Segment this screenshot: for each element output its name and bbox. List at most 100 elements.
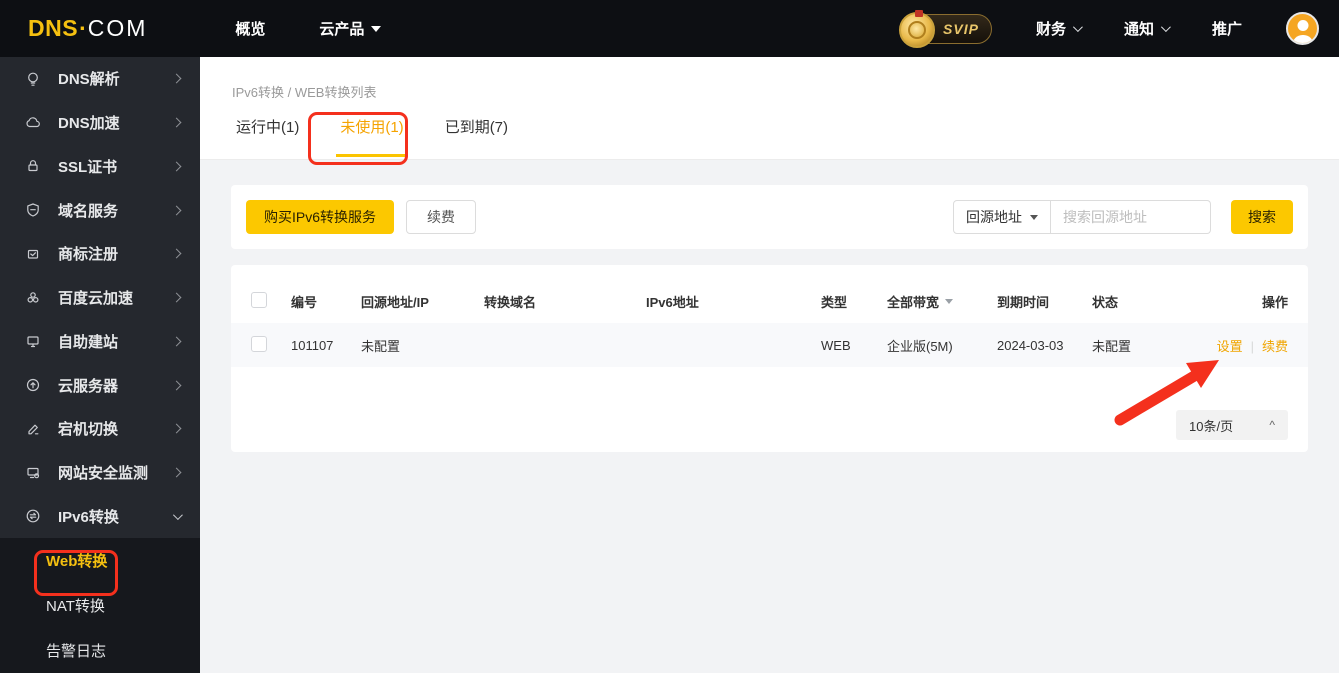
tab-expired[interactable]: 已到期(7) (441, 116, 512, 157)
logo-dns: DNS (28, 15, 79, 41)
buy-ipv6-button[interactable]: 购买IPv6转换服务 (246, 200, 395, 234)
user-avatar[interactable] (1286, 12, 1319, 45)
top-right-nav: SVIP 财务 通知 推广 (898, 9, 1319, 48)
sidebar-item-label: 云服务器 (58, 377, 119, 395)
chevron-down-icon (1160, 22, 1171, 33)
table-card: 编号 回源地址/IP 转换域名 IPv6地址 类型 全部带宽 到期时间 状态 操… (231, 265, 1308, 452)
avatar-body (1292, 35, 1313, 43)
cell-actions: 设置 | 续费 (1192, 336, 1288, 355)
top-nav: 概览 云产品 (235, 18, 382, 39)
nav-cloud-products[interactable]: 云产品 (319, 18, 382, 39)
tab-running[interactable]: 运行中(1) (232, 116, 303, 157)
sidebar-item-ssl-certificates[interactable]: SSL证书 (0, 144, 200, 188)
col-domain: 转换域名 (484, 294, 537, 310)
caret-down-icon (1030, 214, 1038, 220)
sidebar-subitem-nat-conversion[interactable]: NAT转换 (0, 583, 200, 628)
renew-button[interactable]: 续费 (406, 200, 477, 234)
sidebar: DNS解析 DNS加速 SSL证书 域名服务 商标注册 百度云加速 自助建站 云… (0, 57, 200, 673)
settings-link[interactable]: 设置 (1217, 339, 1243, 354)
page-header-strip: IPv6转换 / WEB转换列表 运行中(1) 未使用(1) 已到期(7) (200, 57, 1339, 160)
col-status: 状态 (1092, 294, 1119, 310)
chevron-right-icon (171, 423, 182, 434)
chevron-right-icon (171, 73, 182, 84)
logo-com: COM (87, 15, 148, 41)
ipv6-submenu: Web转换 NAT转换 告警日志 (0, 538, 200, 673)
sidebar-item-label: IPv6转换 (58, 508, 119, 526)
page-size-select[interactable]: 10条/页 ^ (1176, 410, 1288, 440)
search-button[interactable]: 搜索 (1231, 200, 1293, 234)
cell-origin: 未配置 (361, 338, 401, 354)
nav-overview[interactable]: 概览 (235, 18, 265, 39)
cell-type: WEB (821, 337, 851, 353)
row-checkbox[interactable] (251, 335, 267, 352)
origin-filter-select[interactable]: 回源地址 (953, 200, 1051, 234)
chevron-right-icon (171, 248, 182, 259)
sidebar-item-label: 网站安全监测 (58, 464, 149, 482)
dnscom-logo[interactable]: DNS · COM (28, 15, 147, 42)
sidebar-item-label: DNS加速 (58, 115, 120, 133)
svip-label: SVIP (943, 20, 979, 37)
nav-notifications[interactable]: 通知 (1124, 18, 1171, 39)
col-origin: 回源地址/IP (361, 294, 429, 310)
nav-promotion-label: 推广 (1211, 21, 1242, 38)
caret-up-icon: ^ (1269, 418, 1275, 432)
sidebar-item-baidu-cloud[interactable]: 百度云加速 (0, 276, 200, 320)
col-ipv6: IPv6地址 (646, 294, 699, 310)
sidebar-item-cloud-server[interactable]: 云服务器 (0, 363, 200, 407)
svip-badge[interactable]: SVIP (898, 9, 992, 48)
sidebar-item-security-monitoring[interactable]: 网站安全监测 (0, 451, 200, 495)
sidebar-item-trademark[interactable]: 商标注册 (0, 232, 200, 276)
tab-unused[interactable]: 未使用(1) (336, 116, 408, 157)
sidebar-item-domain-services[interactable]: 域名服务 (0, 188, 200, 232)
sidebar-subitem-web-conversion[interactable]: Web转换 (0, 538, 200, 583)
subitem-label: Web转换 (46, 553, 108, 571)
table-row: 101107 未配置 WEB 企业版(5M) 2024-03-03 未配置 设置… (231, 323, 1308, 367)
cell-expire: 2024-03-03 (997, 337, 1064, 353)
bulb-icon (24, 70, 42, 88)
chevron-right-icon (171, 467, 182, 478)
cloud-server-icon (24, 376, 42, 394)
logo-dot: · (79, 15, 87, 41)
renew-link[interactable]: 续费 (1262, 339, 1288, 354)
chevron-right-icon (171, 161, 182, 172)
sidebar-item-label: 自助建站 (58, 333, 119, 351)
nav-overview-label: 概览 (235, 21, 266, 38)
main-content: IPv6转换 / WEB转换列表 运行中(1) 未使用(1) 已到期(7) 购买… (200, 57, 1339, 673)
select-all-checkbox[interactable] (251, 291, 267, 308)
col-bandwidth-label: 全部带宽 (887, 294, 940, 310)
action-separator: | (1250, 338, 1254, 354)
sidebar-item-site-builder[interactable]: 自助建站 (0, 319, 200, 363)
chevron-right-icon (171, 117, 182, 128)
chevron-right-icon (171, 205, 182, 216)
chevron-right-icon (171, 292, 182, 303)
nav-cloud-products-label: 云产品 (319, 21, 365, 38)
ipv6-swap-icon (24, 507, 42, 525)
col-bandwidth-filter[interactable]: 全部带宽 (887, 292, 997, 311)
sidebar-item-dns-resolution[interactable]: DNS解析 (0, 57, 200, 101)
subitem-label: 告警日志 (46, 643, 107, 661)
col-type: 类型 (821, 294, 848, 310)
cell-id: 101107 (291, 337, 334, 353)
nav-finance-label: 财务 (1035, 21, 1066, 38)
baidu-cloud-icon (24, 289, 42, 307)
sidebar-item-failover[interactable]: 宕机切换 (0, 407, 200, 451)
sidebar-item-label: SSL证书 (58, 158, 118, 176)
toolbar-card: 购买IPv6转换服务 续费 回源地址 搜索 (231, 185, 1308, 249)
chevron-down-icon (172, 509, 183, 520)
origin-filter-label: 回源地址 (966, 209, 1022, 225)
sidebar-item-label: 百度云加速 (58, 290, 134, 308)
medal-inner (907, 20, 926, 39)
chevron-down-icon (1072, 22, 1083, 33)
nav-promotion[interactable]: 推广 (1212, 18, 1242, 39)
search-group: 回源地址 搜索 (953, 200, 1293, 234)
breadcrumb: IPv6转换 / WEB转换列表 (232, 85, 377, 100)
caret-down-icon (371, 25, 382, 32)
nav-finance[interactable]: 财务 (1035, 18, 1083, 39)
sidebar-item-dns-acceleration[interactable]: DNS加速 (0, 101, 200, 145)
sidebar-item-ipv6-conversion[interactable]: IPv6转换 (0, 494, 200, 538)
search-input[interactable] (1051, 200, 1211, 234)
mail-icon (24, 245, 42, 263)
failover-icon (24, 420, 42, 438)
sidebar-subitem-alert-logs[interactable]: 告警日志 (0, 628, 200, 673)
top-header: DNS · COM 概览 云产品 SVIP 财务 通知 推广 (0, 0, 1339, 57)
